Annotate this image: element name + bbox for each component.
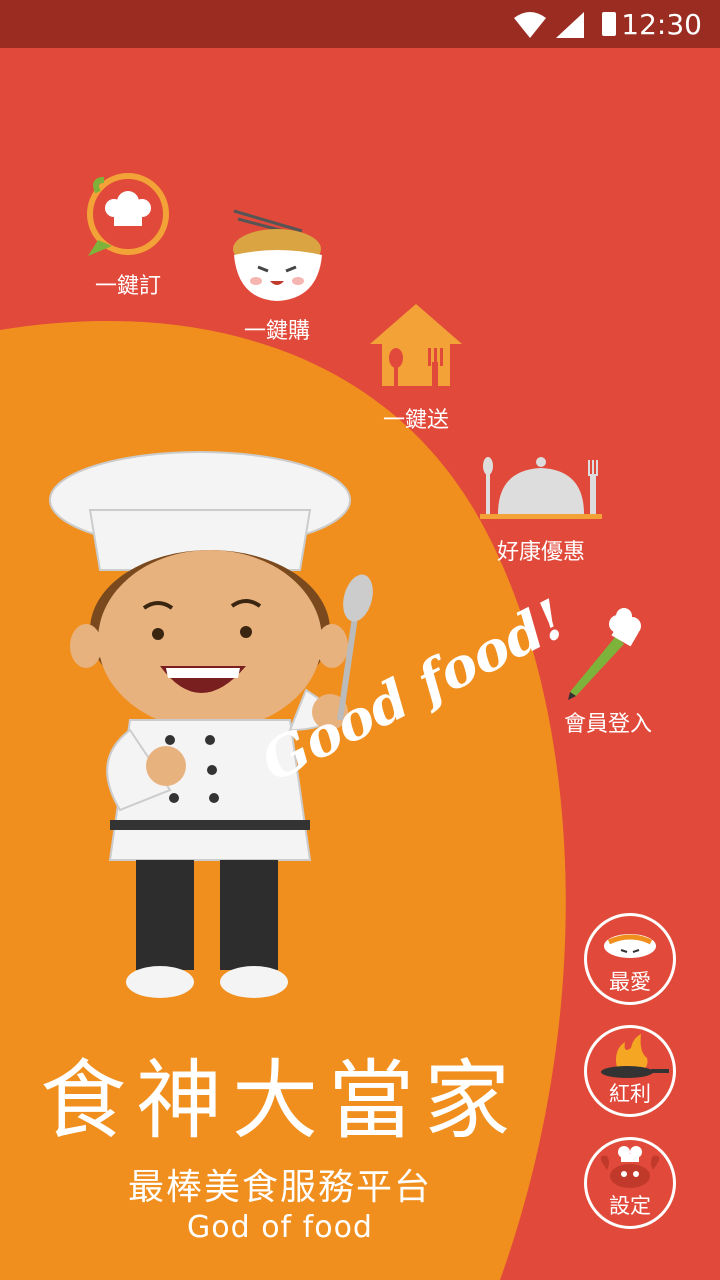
menu-buy-label: 一鍵購 xyxy=(243,319,310,344)
settings-label: 設定 xyxy=(609,1194,651,1218)
bonus-button[interactable]: 紅利 xyxy=(584,1025,676,1117)
status-time: 12:30 xyxy=(621,8,702,41)
menu-order[interactable]: 一鍵訂 xyxy=(78,170,178,300)
menu-order-label: 一鍵訂 xyxy=(94,274,161,299)
chef-hat-chat-icon xyxy=(87,173,169,256)
noodle-bowl-icon xyxy=(233,209,322,301)
favorites-button[interactable]: 最愛 xyxy=(584,913,676,1005)
status-bar: 12:30 xyxy=(0,0,720,48)
chef-mascot-illustration xyxy=(49,451,373,998)
restaurant-house-icon xyxy=(370,304,462,386)
menu-login[interactable]: 會員登入 xyxy=(556,608,660,738)
app-subtitle: 最棒美食服務平台 xyxy=(127,1167,432,1208)
signal-wifi-battery-icons xyxy=(514,12,616,38)
menu-login-label: 會員登入 xyxy=(563,712,652,737)
settings-button[interactable]: 設定 xyxy=(584,1137,676,1229)
chef-pencil-icon xyxy=(568,608,641,700)
app-english-name: God of food xyxy=(187,1210,373,1245)
menu-deliver[interactable]: 一鍵送 xyxy=(366,300,466,435)
favorites-label: 最愛 xyxy=(609,970,651,994)
app-title: 食神大當家 xyxy=(40,1051,520,1151)
bonus-label: 紅利 xyxy=(609,1082,651,1106)
menu-buy[interactable]: 一鍵購 xyxy=(222,205,332,344)
